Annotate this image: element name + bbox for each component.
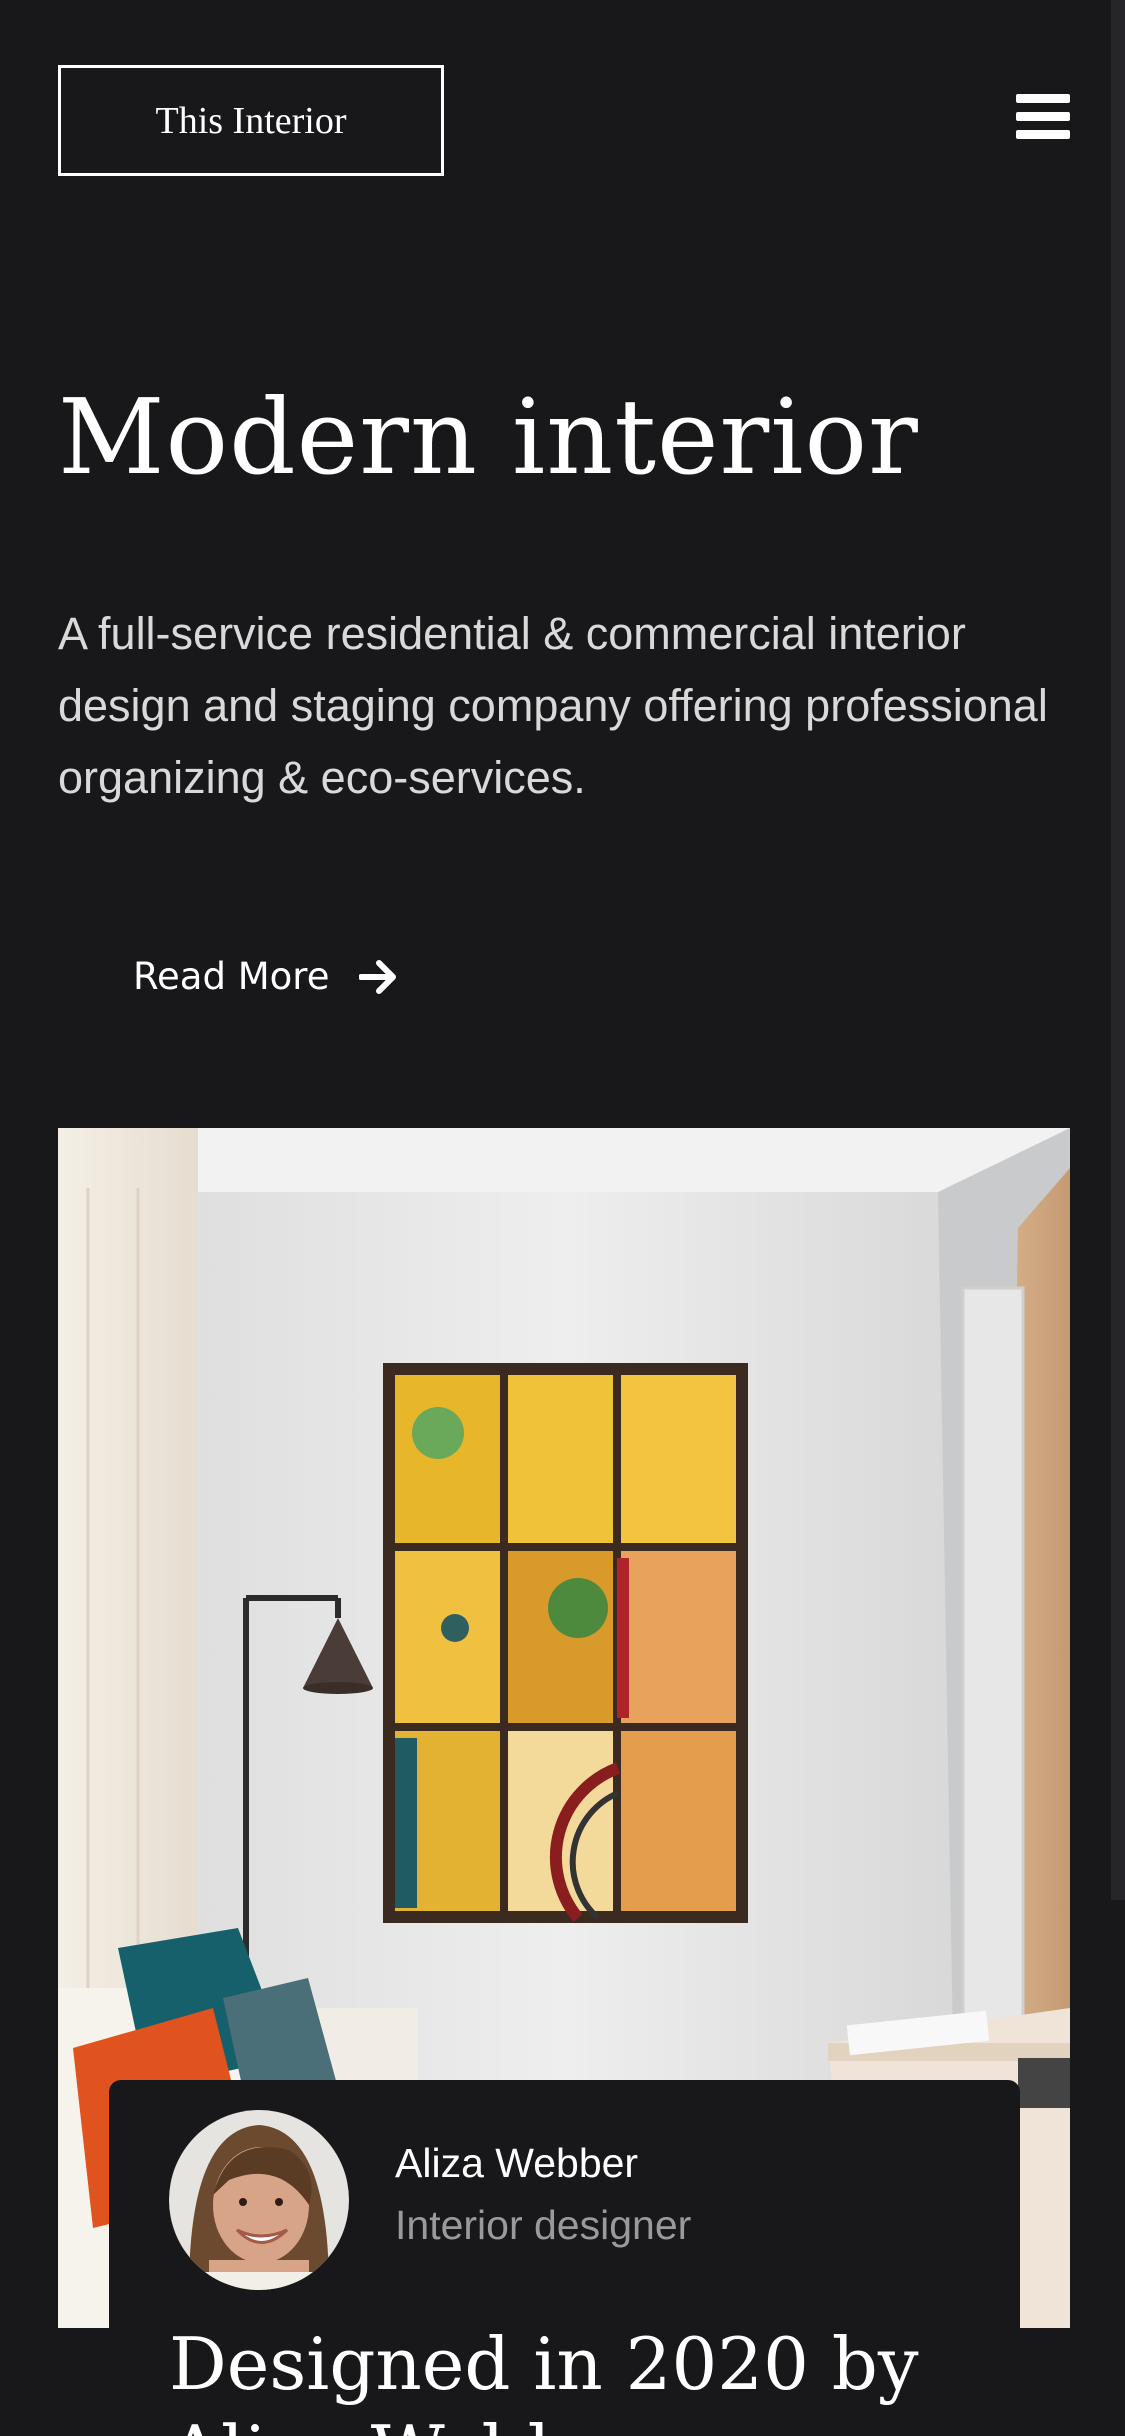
scrollbar[interactable] [1111,0,1125,1900]
author-name: Aliza Webber [395,2140,639,2186]
brand-logo-link[interactable]: This Interior [58,65,444,176]
author-avatar [169,2110,349,2290]
menu-bar-top [1016,94,1070,103]
author-role: Interior designer [395,2202,692,2248]
hamburger-menu-icon[interactable] [1016,92,1070,140]
author-card[interactable]: Aliza Webber Interior designer Designed … [109,2080,1020,2436]
hero-title: Modern interior [58,376,919,498]
hero-description: A full-service residential & commercial … [58,608,1048,803]
menu-bar-middle [1016,112,1070,121]
arrow-right-icon [359,959,397,994]
menu-bar-bottom [1016,130,1070,139]
card-title: Designed in 2020 by Aliza Webber [169,2322,919,2436]
read-more-button[interactable]: Read More [133,955,399,998]
read-more-label: Read More [133,955,330,998]
